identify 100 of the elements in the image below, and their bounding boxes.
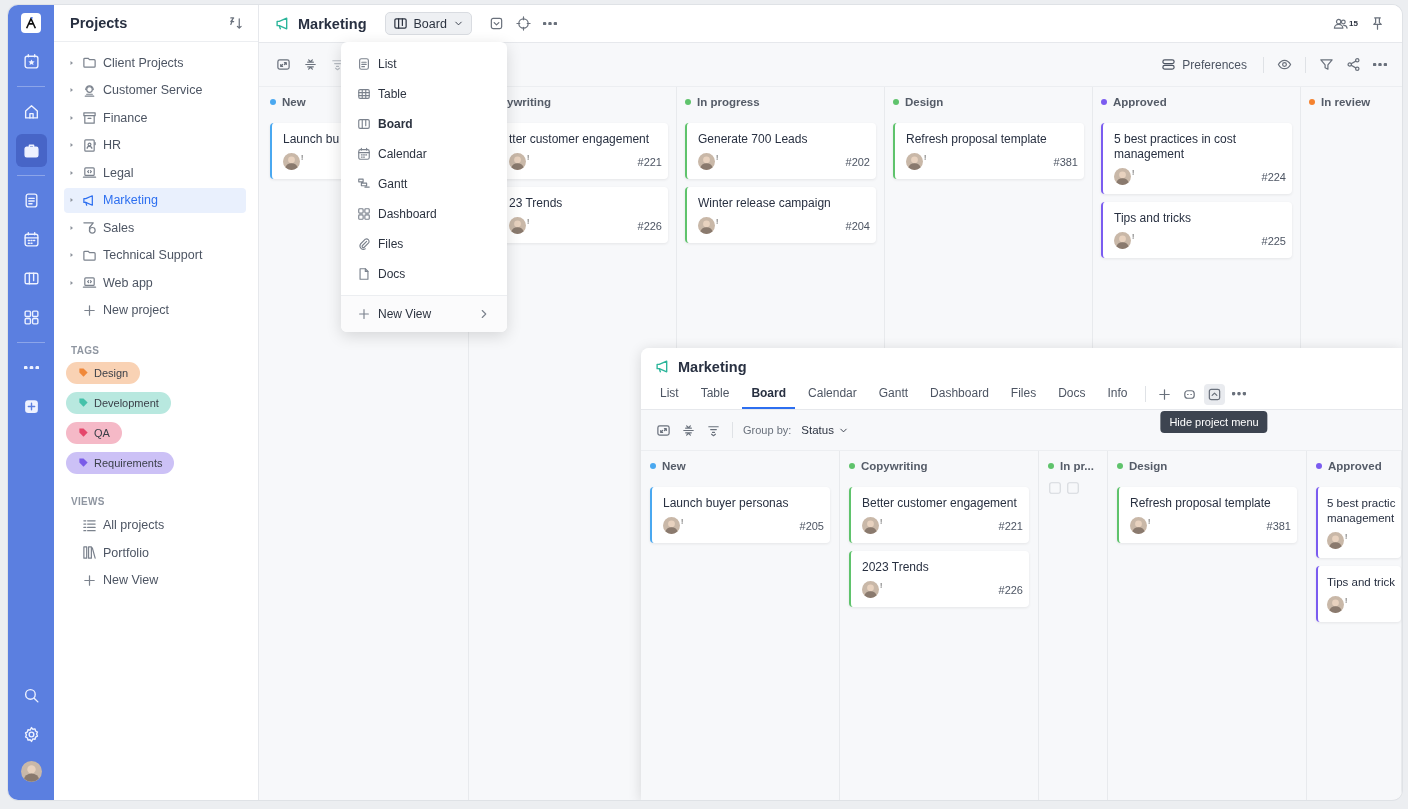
view-tab[interactable]: Files bbox=[1001, 379, 1046, 409]
logo-icon bbox=[21, 13, 41, 33]
task-card[interactable]: Tips and trick ! bbox=[1316, 566, 1401, 622]
doc-icon bbox=[357, 57, 371, 71]
preferences-button[interactable]: Preferences bbox=[1155, 56, 1253, 73]
view-item[interactable]: New View bbox=[64, 567, 246, 593]
task-card[interactable]: 5 best practic management ! bbox=[1316, 487, 1401, 558]
more-icon bbox=[23, 365, 39, 370]
hide-icon bbox=[1206, 386, 1222, 402]
tag-chip[interactable]: Development bbox=[66, 391, 171, 414]
task-card[interactable]: Better customer engagement ! #221 bbox=[849, 487, 1029, 543]
task-number: #221 bbox=[998, 519, 1023, 532]
task-card[interactable]: Generate 700 Leads ! #202 bbox=[685, 123, 876, 179]
project-item[interactable]: Marketing bbox=[64, 187, 246, 213]
view-item[interactable]: Portfolio bbox=[64, 540, 246, 565]
view-item[interactable]: All projects bbox=[64, 512, 246, 538]
avatar bbox=[862, 581, 879, 598]
avatar bbox=[1130, 517, 1147, 534]
project-item[interactable]: Web app bbox=[64, 270, 246, 295]
expand-icon bbox=[276, 57, 291, 72]
card-title: Winter release campaign bbox=[698, 196, 832, 211]
calendar-icon bbox=[22, 231, 40, 248]
project-label: Client Projects bbox=[103, 55, 184, 70]
view-tab[interactable]: List bbox=[651, 379, 688, 409]
doc-icon bbox=[22, 192, 40, 209]
board-icon bbox=[392, 16, 408, 31]
task-card[interactable]: 2023 Trends ! #226 bbox=[849, 551, 1029, 607]
avatar bbox=[1114, 168, 1131, 185]
task-number: #226 bbox=[637, 219, 662, 232]
card-title: Generate 700 Leads bbox=[698, 132, 809, 147]
new-view-item[interactable]: New View bbox=[341, 295, 507, 332]
members-button[interactable]: 15 bbox=[1330, 13, 1361, 34]
column-title: Design bbox=[905, 96, 944, 108]
view-switcher[interactable]: Board bbox=[384, 12, 472, 35]
project-item[interactable]: Customer Service bbox=[64, 77, 246, 103]
alert-mark: ! bbox=[880, 517, 883, 526]
column-title: New bbox=[662, 460, 686, 472]
tag-chip[interactable]: QA bbox=[66, 421, 122, 444]
board-icon bbox=[357, 117, 371, 131]
table-icon bbox=[357, 87, 371, 101]
square-icon bbox=[1048, 481, 1062, 495]
avatar bbox=[1114, 232, 1131, 249]
task-card[interactable]: Refresh proposal template ! #381 bbox=[1117, 487, 1297, 543]
alert-mark: ! bbox=[681, 517, 684, 526]
alert-mark: ! bbox=[527, 217, 530, 226]
avatar bbox=[862, 517, 879, 534]
view-tab[interactable]: Docs bbox=[1049, 379, 1095, 409]
tag-chip[interactable]: Design bbox=[66, 361, 141, 384]
task-card[interactable]: Winter release campaign ! #204 bbox=[685, 187, 876, 243]
task-number: #205 bbox=[799, 519, 824, 532]
view-tab[interactable]: Dashboard bbox=[921, 379, 998, 409]
alert-mark: ! bbox=[880, 581, 883, 590]
task-card[interactable]: Tips and tricks ! #225 bbox=[1101, 202, 1292, 258]
view-tab[interactable]: Board bbox=[742, 379, 796, 409]
target-icon bbox=[515, 16, 531, 31]
folder-icon bbox=[82, 55, 97, 70]
avatar bbox=[509, 153, 526, 170]
briefcase-icon bbox=[22, 142, 40, 159]
menu-item[interactable]: Docs bbox=[341, 259, 507, 289]
card-title: Tips and tricks bbox=[1114, 211, 1192, 226]
card-title: 5 best practic management bbox=[1327, 496, 1397, 526]
avatar bbox=[906, 153, 923, 170]
task-number: #381 bbox=[1053, 155, 1078, 168]
task-card[interactable]: Refresh proposal template ! #381 bbox=[893, 123, 1084, 179]
project-label: Marketing bbox=[103, 193, 158, 207]
menu-item[interactable]: List bbox=[341, 49, 507, 79]
project-label: Sales bbox=[103, 220, 135, 235]
tooltip: Hide project menu bbox=[1160, 410, 1268, 433]
more-icon bbox=[1373, 62, 1387, 67]
task-card[interactable]: 5 best practices in cost management ! #224 bbox=[1101, 123, 1292, 194]
card-title: Better customer engagement bbox=[862, 496, 1018, 511]
task-card[interactable]: Launch buyer personas ! #205 bbox=[650, 487, 830, 543]
plus-icon bbox=[82, 572, 97, 588]
tag-chip[interactable]: Requirements bbox=[66, 451, 175, 474]
project-item[interactable]: Finance bbox=[64, 105, 246, 130]
section-heading: TAGS bbox=[70, 343, 101, 358]
eye-icon bbox=[1277, 57, 1292, 72]
prefs-icon bbox=[1161, 57, 1177, 72]
card-title: tter customer engagement bbox=[509, 132, 651, 147]
people-icon bbox=[1333, 16, 1349, 31]
project-item[interactable]: Client Projects bbox=[64, 50, 246, 75]
view-tab[interactable]: Info bbox=[1098, 379, 1137, 409]
project-item[interactable]: Technical Support bbox=[64, 242, 246, 268]
project-item[interactable]: Legal bbox=[64, 160, 246, 185]
menu-item[interactable]: Table bbox=[341, 79, 507, 109]
new-project-button[interactable]: New project bbox=[64, 297, 246, 323]
project-label: Legal bbox=[103, 165, 134, 180]
project-item[interactable]: Sales bbox=[64, 215, 246, 240]
gantt-icon bbox=[357, 177, 371, 191]
group-by-dropdown[interactable]: Status bbox=[795, 423, 855, 437]
project-item[interactable]: HR bbox=[64, 132, 246, 158]
alert-mark: ! bbox=[924, 153, 927, 162]
view-tab[interactable]: Calendar bbox=[799, 379, 866, 409]
alert-mark: ! bbox=[527, 153, 530, 162]
nav-button[interactable] bbox=[15, 134, 47, 167]
view-tab[interactable]: Gantt bbox=[869, 379, 918, 409]
avatar bbox=[698, 153, 715, 170]
view-tab[interactable]: Table bbox=[691, 379, 739, 409]
avatar bbox=[1327, 532, 1344, 549]
task-number: #226 bbox=[998, 583, 1023, 596]
